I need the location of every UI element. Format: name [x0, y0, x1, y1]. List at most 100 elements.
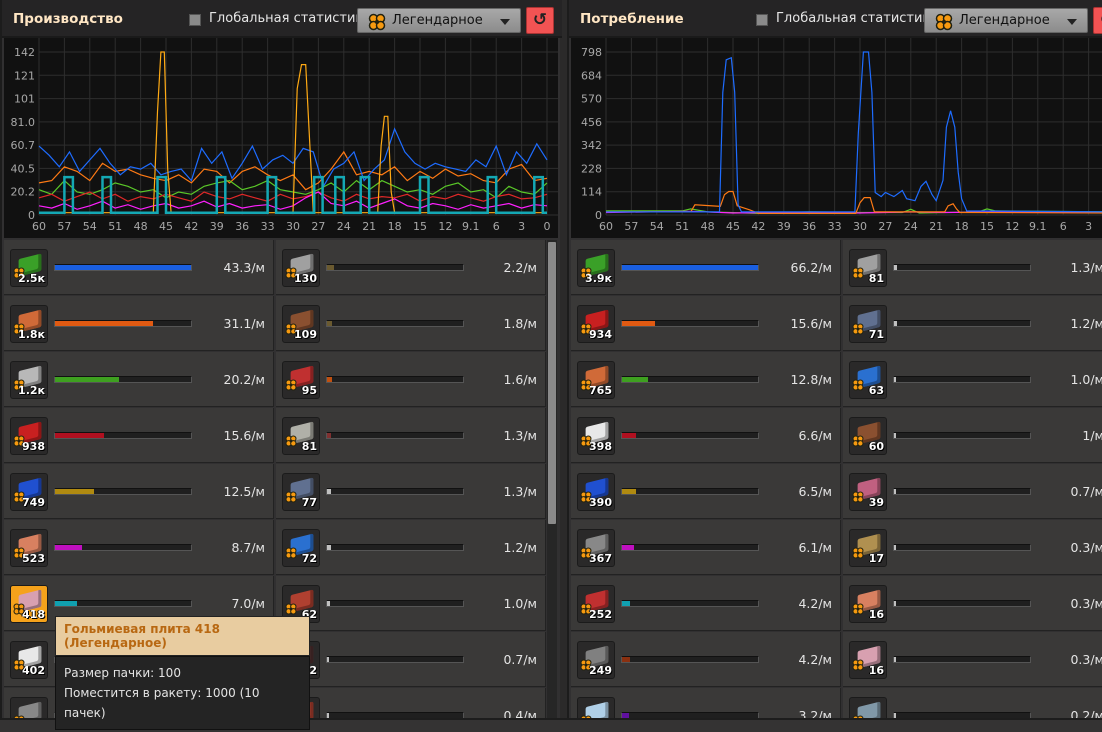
- item-icon-button[interactable]: 109: [282, 305, 320, 343]
- x-tick-label: 3: [518, 220, 525, 233]
- item-row[interactable]: 72 1.2/м: [276, 520, 546, 575]
- item-icon-button[interactable]: 367: [577, 529, 615, 567]
- item-row[interactable]: 109 1.8/м: [276, 296, 546, 351]
- item-icon-button[interactable]: 402: [10, 641, 48, 679]
- reset-button[interactable]: ↺: [526, 7, 554, 34]
- item-icon-button[interactable]: 71: [849, 305, 887, 343]
- global-stats-checkbox[interactable]: [189, 14, 201, 26]
- item-icon-button[interactable]: 3.9к: [577, 249, 615, 287]
- item-list: 3.9к 66.2/м 934 15.6/м 765 12.8/м 398 6.…: [571, 240, 1102, 718]
- x-tick-label: 54: [83, 220, 97, 233]
- item-icon-button[interactable]: 1.2к: [10, 361, 48, 399]
- item-row[interactable]: 3.2/м: [571, 688, 841, 718]
- item-icon-button[interactable]: 390: [577, 473, 615, 511]
- y-tick-label: 121: [14, 69, 35, 82]
- rate-bar: [893, 376, 1031, 383]
- item-row[interactable]: 252 4.2/м: [571, 576, 841, 631]
- item-icon-button[interactable]: 765: [577, 361, 615, 399]
- rate-bar-fill: [55, 601, 77, 606]
- item-row[interactable]: 16 0.3/м: [843, 632, 1102, 687]
- item-row[interactable]: 398 6.6/м: [571, 408, 841, 463]
- item-icon-button[interactable]: 81: [849, 249, 887, 287]
- item-icon-button[interactable]: 418: [10, 585, 48, 623]
- item-row[interactable]: 39 0.7/м: [843, 464, 1102, 519]
- item-icon-button[interactable]: 749: [10, 473, 48, 511]
- item-icon-button[interactable]: 39: [849, 473, 887, 511]
- item-row[interactable]: 0.2/м: [843, 688, 1102, 718]
- legendary-quality-icon: [852, 544, 864, 563]
- rate-bar: [326, 488, 464, 495]
- quality-dropdown[interactable]: Легендарное: [924, 8, 1088, 33]
- item-icon-button[interactable]: [10, 697, 48, 718]
- item-row[interactable]: 749 12.5/м: [4, 464, 274, 519]
- item-row[interactable]: 765 12.8/м: [571, 352, 841, 407]
- item-icon-button[interactable]: 95: [282, 361, 320, 399]
- legendary-quality-icon: [368, 13, 386, 35]
- item-rate: 43.3/м: [223, 260, 265, 275]
- item-icon-button[interactable]: 2.5к: [10, 249, 48, 287]
- item-icon-button[interactable]: 16: [849, 641, 887, 679]
- rate-bar: [621, 488, 759, 495]
- x-tick-label: 9.1: [1029, 220, 1047, 233]
- scrollbar[interactable]: [547, 240, 557, 718]
- item-row[interactable]: 81 1.3/м: [276, 408, 546, 463]
- item-icon-button[interactable]: 1.8к: [10, 305, 48, 343]
- panel-header: Потребление Глобальная статистика Легенд…: [569, 0, 1102, 38]
- item-rate: 15.6/м: [223, 428, 265, 443]
- item-row[interactable]: 95 1.6/м: [276, 352, 546, 407]
- item-rate: 7.0/м: [231, 596, 265, 611]
- item-icon-button[interactable]: 249: [577, 641, 615, 679]
- rate-bar-fill: [622, 321, 655, 326]
- item-count: 16: [868, 608, 884, 621]
- item-icon-button[interactable]: 523: [10, 529, 48, 567]
- y-tick-label: 20.2: [11, 186, 36, 199]
- item-row[interactable]: 938 15.6/м: [4, 408, 274, 463]
- rate-bar-fill: [327, 433, 332, 438]
- item-row[interactable]: 77 1.3/м: [276, 464, 546, 519]
- item-icon-button[interactable]: 398: [577, 417, 615, 455]
- reset-button[interactable]: ↺: [1093, 7, 1102, 34]
- item-row[interactable]: 130 2.2/м: [276, 240, 546, 295]
- item-row[interactable]: 63 1.0/м: [843, 352, 1102, 407]
- item-count: 1.2к: [18, 384, 45, 397]
- item-row[interactable]: 17 0.3/м: [843, 520, 1102, 575]
- item-icon-button[interactable]: [577, 697, 615, 718]
- item-row[interactable]: 71 1.2/м: [843, 296, 1102, 351]
- rate-bar-fill: [894, 433, 897, 438]
- item-icon-button[interactable]: [849, 697, 887, 718]
- item-icon-button[interactable]: 934: [577, 305, 615, 343]
- item-row[interactable]: 249 4.2/м: [571, 632, 841, 687]
- item-row[interactable]: 1.2к 20.2/м: [4, 352, 274, 407]
- item-row[interactable]: 81 1.3/м: [843, 240, 1102, 295]
- item-icon-button[interactable]: 63: [849, 361, 887, 399]
- item-icon-button[interactable]: 72: [282, 529, 320, 567]
- item-row[interactable]: 16 0.3/м: [843, 576, 1102, 631]
- item-icon-button[interactable]: 81: [282, 417, 320, 455]
- item-row[interactable]: 1.8к 31.1/м: [4, 296, 274, 351]
- item-icon-button[interactable]: 77: [282, 473, 320, 511]
- item-row[interactable]: 934 15.6/м: [571, 296, 841, 351]
- item-icon-button[interactable]: 252: [577, 585, 615, 623]
- item-row[interactable]: 3.9к 66.2/м: [571, 240, 841, 295]
- item-icon-button[interactable]: 17: [849, 529, 887, 567]
- item-row[interactable]: 523 8.7/м: [4, 520, 274, 575]
- item-icon-button[interactable]: 16: [849, 585, 887, 623]
- item-icon-button[interactable]: 60: [849, 417, 887, 455]
- item-row[interactable]: 2.5к 43.3/м: [4, 240, 274, 295]
- item-rate: 4.2/м: [798, 596, 832, 611]
- global-stats-checkbox[interactable]: [756, 14, 768, 26]
- item-row[interactable]: 60 1/м: [843, 408, 1102, 463]
- x-tick-label: 24: [904, 220, 918, 233]
- item-row[interactable]: 2 0.7/м: [276, 632, 546, 687]
- rate-bar-fill: [894, 489, 897, 494]
- item-row[interactable]: 390 6.5/м: [571, 464, 841, 519]
- item-icon-button[interactable]: 130: [282, 249, 320, 287]
- item-row[interactable]: 0.4/м: [276, 688, 546, 718]
- item-row[interactable]: 367 6.1/м: [571, 520, 841, 575]
- scrollbar-thumb[interactable]: [548, 242, 556, 524]
- item-icon-button[interactable]: 938: [10, 417, 48, 455]
- rate-bar: [893, 544, 1031, 551]
- quality-dropdown[interactable]: Легендарное: [357, 8, 521, 33]
- item-row[interactable]: 62 1.0/м: [276, 576, 546, 631]
- y-tick-label: 114: [581, 186, 602, 199]
